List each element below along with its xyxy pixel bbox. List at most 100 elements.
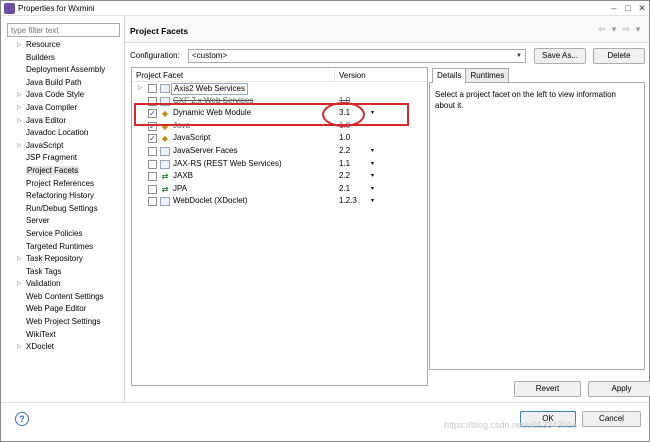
sidebar-item-task-repository[interactable]: ▷ Task Repository <box>7 253 122 266</box>
sidebar-item-label: Web Project Settings <box>26 317 101 327</box>
facet-row[interactable]: JavaServer Faces 2.2 ▾ <box>132 145 427 158</box>
facet-row[interactable]: ⇄ JPA 2.1 ▾ <box>132 183 427 196</box>
watermark-text: https://blog.csdn.net/u013343016 <box>444 420 578 430</box>
expand-arrow-icon[interactable]: ▷ <box>17 39 22 52</box>
delete-button[interactable]: Delete <box>593 48 645 64</box>
facet-row[interactable]: ⇄ JAXB 2.2 ▾ <box>132 170 427 183</box>
sidebar-item-java-build-path[interactable]: Java Build Path <box>7 77 122 90</box>
tab-runtimes[interactable]: Runtimes <box>465 68 510 82</box>
sidebar-item-javascript[interactable]: ▷ JavaScript <box>7 140 122 153</box>
facet-row[interactable]: CXF 2.x Web Services 1.0 <box>132 95 427 108</box>
version-dropdown-icon[interactable]: ▾ <box>371 183 374 196</box>
version-dropdown-icon[interactable]: ▾ <box>371 145 374 158</box>
cancel-button[interactable]: Cancel <box>582 411 641 427</box>
column-divider[interactable] <box>334 68 335 81</box>
tab-details[interactable]: Details <box>432 68 467 83</box>
facet-checkbox[interactable]: ✓ <box>148 121 157 131</box>
sidebar-item-validation[interactable]: ▷ Validation <box>7 278 122 291</box>
sidebar-item-xdoclet[interactable]: ▷ XDoclet <box>7 341 122 354</box>
sidebar-item-java-compiler[interactable]: ▷ Java Compiler <box>7 102 122 115</box>
facet-row[interactable]: WebDoclet (XDoclet) 1.2.3 ▾ <box>132 195 427 208</box>
sidebar-item-run-debug-settings[interactable]: Run/Debug Settings <box>7 203 122 216</box>
sidebar-item-label: Javadoc Location <box>26 128 89 138</box>
sidebar-item-label: Task Repository <box>26 254 83 264</box>
help-icon[interactable]: ? <box>15 412 29 426</box>
version-dropdown-icon[interactable]: ▾ <box>371 107 374 120</box>
apply-button[interactable]: Apply <box>588 381 650 397</box>
facet-row[interactable]: ✓ ◆ Java 1.8 <box>132 120 427 133</box>
version-dropdown-icon[interactable]: ▾ <box>371 195 374 208</box>
jar-icon: ◆ <box>161 109 169 119</box>
properties-dialog: Properties for Wxmini – □ ✕ ▷ Resource Bui… <box>0 0 650 442</box>
page-icon <box>160 96 170 106</box>
facet-row[interactable]: ✓ ◆ Dynamic Web Module 3.1 ▾ <box>132 107 427 120</box>
facet-row[interactable]: ▷ Axis2 Web Services <box>132 82 427 95</box>
facet-name: JavaServer Faces <box>173 145 238 155</box>
sidebar-item-task-tags[interactable]: Task Tags <box>7 266 122 279</box>
close-button[interactable]: ✕ <box>635 3 649 14</box>
save-as-button[interactable]: Save As... <box>534 48 586 64</box>
back-arrow-icon[interactable]: ⇦ <box>597 24 607 35</box>
expand-arrow-icon[interactable]: ▷ <box>138 82 143 95</box>
column-header-facet[interactable]: Project Facet <box>136 71 183 80</box>
sidebar-item-server[interactable]: Server <box>7 215 122 228</box>
facet-checkbox[interactable] <box>148 146 157 156</box>
sidebar-item-web-content-settings[interactable]: Web Content Settings <box>7 291 122 304</box>
sidebar-item-java-code-style[interactable]: ▷ Java Code Style <box>7 89 122 102</box>
configuration-select[interactable]: <custom> ▼ <box>188 49 526 63</box>
sidebar-item-java-editor[interactable]: ▷ Java Editor <box>7 115 122 128</box>
window-title: Properties for Wxmini <box>18 3 95 13</box>
sidebar-item-project-facets[interactable]: Project Facets <box>7 165 122 178</box>
sidebar-item-builders[interactable]: Builders <box>7 52 122 65</box>
sidebar-item-targeted-runtimes[interactable]: Targeted Runtimes <box>7 241 122 254</box>
bidirectional-arrows-icon: ⇄ <box>161 184 169 194</box>
facet-checkbox[interactable] <box>148 172 157 182</box>
facet-checkbox[interactable]: ✓ <box>148 134 157 144</box>
version-dropdown-icon[interactable]: ▾ <box>371 158 374 171</box>
sidebar-item-web-project-settings[interactable]: Web Project Settings <box>7 316 122 329</box>
facet-version: 2.1 <box>339 183 351 193</box>
sidebar-item-service-policies[interactable]: Service Policies <box>7 228 122 241</box>
expand-arrow-icon[interactable]: ▷ <box>17 253 22 266</box>
sidebar-item-refactoring-history[interactable]: Refactoring History <box>7 190 122 203</box>
sidebar-item-wikitext[interactable]: WikiText <box>7 329 122 342</box>
sidebar-item-label: JavaScript <box>26 140 64 150</box>
sidebar-item-deployment-assembly[interactable]: Deployment Assembly <box>7 64 122 77</box>
sidebar-item-jsp-fragment[interactable]: JSP Fragment <box>7 152 122 165</box>
facet-checkbox[interactable] <box>148 197 157 207</box>
expand-arrow-icon[interactable]: ▷ <box>17 278 22 291</box>
back-menu-icon[interactable]: ▾ <box>609 24 619 35</box>
sidebar-item-resource[interactable]: ▷ Resource <box>7 39 122 52</box>
facet-row[interactable]: JAX-RS (REST Web Services) 1.1 ▾ <box>132 158 427 171</box>
facet-name: Java <box>173 120 190 130</box>
forward-arrow-icon[interactable]: ⇨ <box>621 24 631 35</box>
forward-menu-icon[interactable]: ▾ <box>633 24 643 35</box>
maximize-button[interactable]: □ <box>621 3 635 14</box>
revert-button[interactable]: Revert <box>514 381 581 397</box>
column-header-version[interactable]: Version <box>339 71 366 80</box>
sidebar-item-label: XDoclet <box>26 342 55 352</box>
facet-row[interactable]: ✓ ◆ JavaScript 1.0 <box>132 132 427 145</box>
facet-checkbox[interactable] <box>148 96 157 106</box>
minimize-button[interactable]: – <box>607 3 621 14</box>
expand-arrow-icon[interactable]: ▷ <box>17 115 22 128</box>
facet-checkbox[interactable] <box>148 159 157 169</box>
expand-arrow-icon[interactable]: ▷ <box>17 102 22 115</box>
expand-arrow-icon[interactable]: ▷ <box>17 89 22 102</box>
filter-input[interactable] <box>7 23 120 37</box>
facet-checkbox[interactable] <box>148 184 157 194</box>
facet-checkbox[interactable]: ✓ <box>148 109 157 119</box>
sidebar-item-label: Project References <box>26 178 95 188</box>
sidebar-item-javadoc-location[interactable]: Javadoc Location <box>7 127 122 140</box>
version-dropdown-icon[interactable]: ▾ <box>371 170 374 183</box>
expand-arrow-icon[interactable]: ▷ <box>17 341 22 354</box>
facet-checkbox[interactable] <box>148 84 157 93</box>
details-panel: Select a project facet on the left to vi… <box>429 82 645 370</box>
sidebar-item-project-references[interactable]: Project References <box>7 178 122 191</box>
facet-version: 1.8 <box>339 120 351 130</box>
facet-name: JAX-RS (REST Web Services) <box>173 158 282 168</box>
sidebar-item-label: Server <box>26 216 50 226</box>
chevron-down-icon: ▼ <box>516 53 522 59</box>
expand-arrow-icon[interactable]: ▷ <box>17 140 22 153</box>
sidebar-item-web-page-editor[interactable]: Web Page Editor <box>7 303 122 316</box>
